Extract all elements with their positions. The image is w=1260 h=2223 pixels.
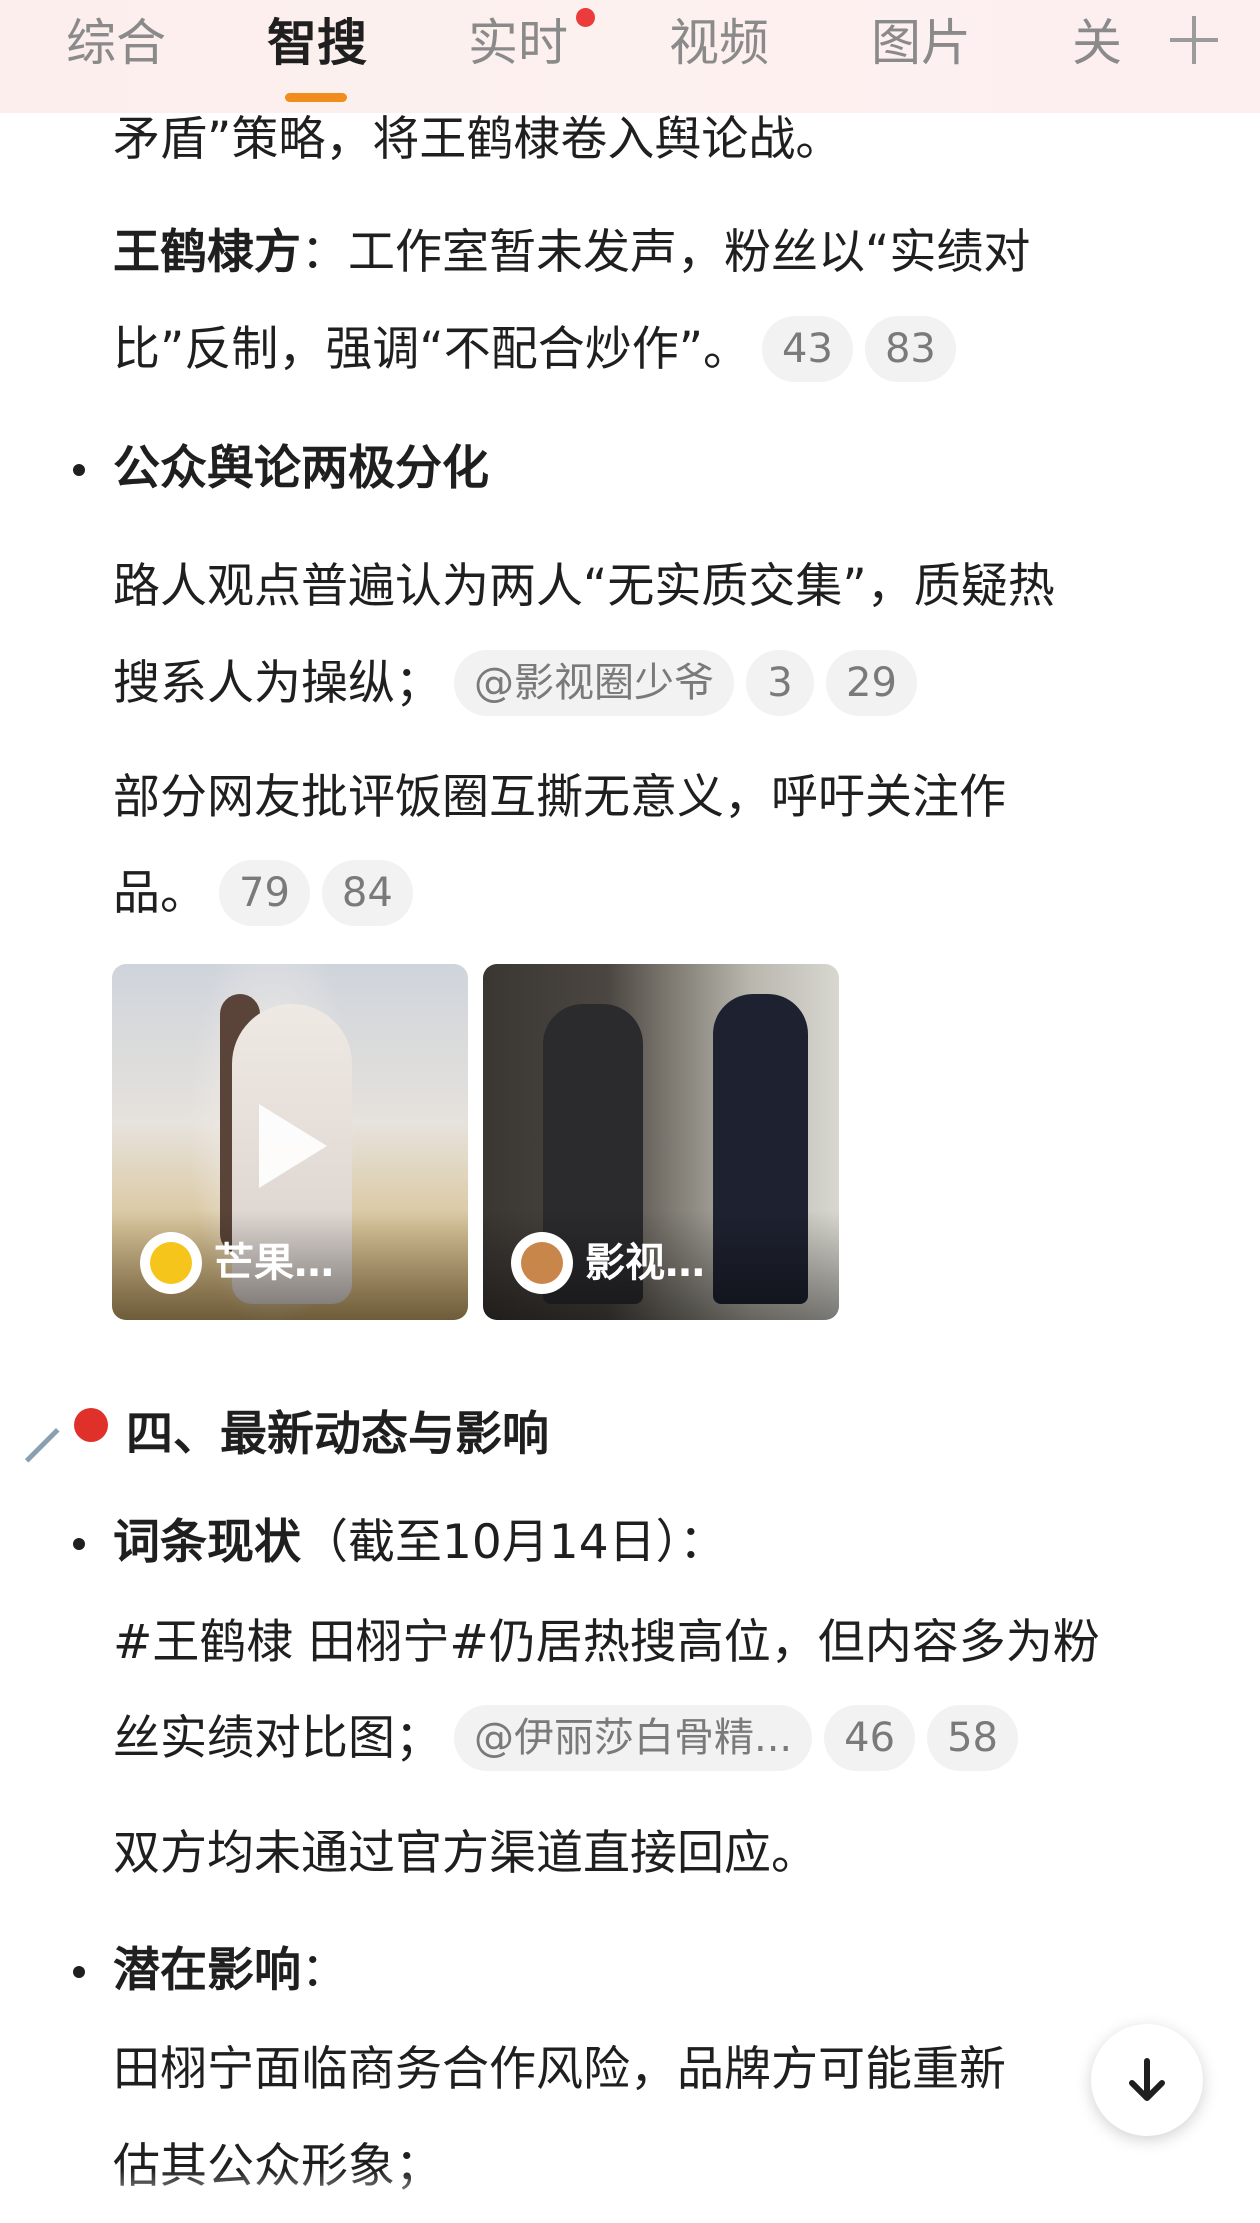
- add-tab-icon[interactable]: [1164, 10, 1224, 70]
- citation-chip[interactable]: 58: [927, 1704, 1018, 1771]
- bullet-dot: [73, 1966, 85, 1978]
- text-line: 丝实绩对比图； @伊丽莎白骨精... 46 58: [113, 1704, 1018, 1775]
- wang-label: 王鹤棣方: [113, 225, 301, 280]
- citation-chip[interactable]: 83: [864, 315, 956, 382]
- citation-chip[interactable]: 43: [762, 315, 853, 382]
- tab-video[interactable]: 视频: [669, 8, 769, 78]
- text-line: 部分网友批评饭圈互撕无意义，呼吁关注作: [113, 770, 1006, 825]
- tab-comprehensive[interactable]: 综合: [66, 8, 166, 78]
- arrow-down-icon: [1129, 2058, 1165, 2101]
- text-line: 品。 79 84: [113, 859, 413, 930]
- tab-realtime[interactable]: 实时: [468, 8, 568, 78]
- citation-chip[interactable]: 29: [826, 649, 917, 716]
- text-line: 双方均未通过官方渠道直接回应。: [113, 1826, 818, 1881]
- p2-line2: 品。: [113, 866, 207, 921]
- video-card[interactable]: 芒果…: [112, 964, 468, 1320]
- citation-chip[interactable]: 79: [219, 859, 310, 926]
- text-line: 比”反制，强调“不配合炒作”。 43 83: [113, 315, 956, 386]
- bottom-fade: [0, 2170, 1260, 2223]
- card-author: 芒果…: [214, 1240, 334, 1286]
- paragraph-wang: 王鹤棣方：工作室暂未发声，粉丝以“实绩对: [113, 220, 1030, 286]
- source-chip[interactable]: @影视圈少爷: [454, 649, 734, 716]
- wang-text: ：工作室暂未发声，粉丝以“实绩对: [301, 225, 1031, 280]
- source-chip[interactable]: @伊丽莎白骨精...: [454, 1704, 813, 1771]
- p3-line2: 丝实绩对比图；: [113, 1711, 442, 1766]
- p1-line2: 搜系人为操纵；: [113, 656, 442, 711]
- citation-chip[interactable]: 3: [746, 649, 814, 716]
- bullet-title: 词条现状: [113, 1515, 301, 1570]
- pushpin-icon: [24, 1406, 112, 1468]
- bullet-title-row: 词条现状（截至10月14日）：: [113, 1510, 726, 1576]
- citation-chip[interactable]: 46: [824, 1704, 916, 1771]
- tab-bar: 综合 智搜 实时 视频 图片 关: [0, 0, 1260, 113]
- citation-chip[interactable]: 84: [321, 859, 413, 926]
- wang-text-2: 比”反制，强调“不配合炒作”。: [113, 322, 751, 377]
- tab-images[interactable]: 图片: [871, 8, 971, 78]
- section-title: 四、最新动态与影响: [126, 1407, 549, 1462]
- card-author: 影视…: [585, 1240, 705, 1286]
- active-tab-indicator: [285, 93, 347, 102]
- avatar: [140, 1232, 202, 1294]
- tab-smart-search[interactable]: 智搜: [267, 8, 367, 78]
- image-card[interactable]: 影视…: [483, 964, 839, 1320]
- text-line: #王鹤棣 田栩宁#仍居热搜高位，但内容多为粉: [113, 1615, 1100, 1670]
- notification-dot: [576, 8, 595, 27]
- bullet-title: 公众舆论两极分化: [113, 441, 489, 496]
- bullet-dot: [73, 1538, 85, 1550]
- play-icon[interactable]: [259, 1104, 327, 1188]
- avatar: [511, 1232, 573, 1294]
- bullet-title-row: 潜在影响：: [113, 1938, 348, 2004]
- text-line: 路人观点普遍认为两人“无实质交集”，质疑热: [113, 559, 1055, 614]
- scroll-down-button[interactable]: [1091, 2024, 1203, 2136]
- bullet-dot: [73, 464, 85, 476]
- text-line: 搜系人为操纵； @影视圈少爷 3 29: [113, 649, 917, 720]
- bullet-title: 潜在影响: [113, 1943, 301, 1998]
- bullet-suffix: （截至10月14日）：: [301, 1515, 727, 1570]
- tab-follow[interactable]: 关: [1072, 8, 1122, 78]
- text-line: 矛盾”策略，将王鹤棣卷入舆论战。: [113, 112, 843, 167]
- bullet-suffix: ：: [301, 1943, 348, 1998]
- text-line: 田栩宁面临商务合作风险，品牌方可能重新: [113, 2042, 1006, 2097]
